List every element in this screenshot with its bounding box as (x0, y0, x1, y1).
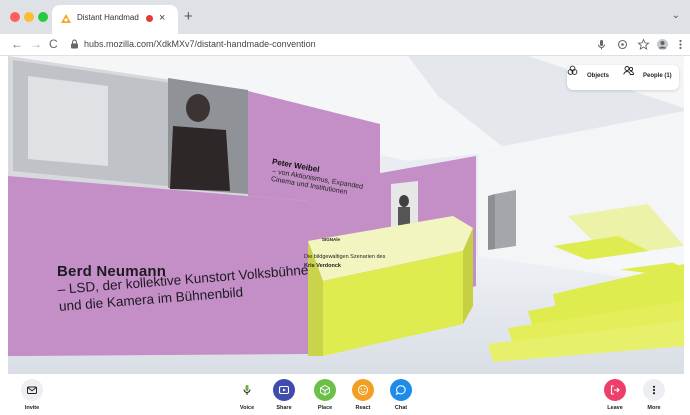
window-minimize-dot[interactable] (24, 12, 34, 22)
leave-circle (604, 379, 626, 401)
more-button[interactable]: More (637, 379, 671, 415)
new-tab-button[interactable]: + (184, 9, 193, 24)
microphone-icon[interactable] (595, 38, 608, 51)
browser-menu-icon[interactable] (674, 38, 687, 51)
scene-panel: Objects People (1) (567, 65, 679, 90)
hubs-3d-scene[interactable]: Berd Neumann – LSD, der kollektive Kunst… (8, 56, 684, 374)
chat-button[interactable]: Chat (384, 379, 418, 415)
browser-tab-bar: Distant Handmade Conve × + ⌄ (0, 0, 690, 34)
envelope-icon (27, 386, 37, 394)
cube-icon (320, 384, 330, 396)
scene-render (8, 56, 684, 374)
invite-button[interactable]: Invite (15, 379, 49, 415)
share-label: Share (276, 405, 292, 411)
place-circle (314, 379, 336, 401)
leave-label: Leave (607, 405, 623, 411)
browser-tab[interactable]: Distant Handmade Conve × (52, 5, 178, 34)
screen-share-icon (278, 385, 290, 395)
bookmark-star-icon[interactable] (637, 38, 650, 51)
chat-circle (390, 379, 412, 401)
voice-label: Voice (239, 405, 255, 411)
place-button[interactable]: Place (308, 379, 342, 415)
tab-close-button[interactable]: × (159, 11, 165, 25)
invite-circle (21, 379, 43, 401)
profile-avatar-icon[interactable] (656, 38, 669, 51)
place-label: Place (317, 405, 333, 411)
objects-label: Objects (587, 73, 610, 79)
cast-icon[interactable] (616, 38, 629, 51)
browser-toolbar: ← → C hubs.mozilla.com/XdkMXv7/distant-h… (0, 34, 690, 56)
react-button[interactable]: React (346, 379, 380, 415)
smiley-icon (358, 385, 368, 395)
url-text: hubs.mozilla.com/XdkMXv7/distant-handmad… (84, 39, 316, 49)
window-close-dot[interactable] (10, 12, 20, 22)
tab-search-chevron-icon[interactable]: ⌄ (672, 10, 680, 21)
react-circle (352, 379, 374, 401)
chat-bubble-icon (395, 385, 406, 396)
share-circle (273, 379, 295, 401)
share-button[interactable]: Share (267, 379, 301, 415)
leave-button[interactable]: Leave (598, 379, 632, 415)
signals-label: SIGNAle (322, 237, 341, 242)
recording-indicator-icon (146, 15, 153, 22)
people-label: People (1) (643, 73, 672, 79)
address-bar[interactable]: hubs.mozilla.com/XdkMXv7/distant-handmad… (66, 36, 608, 53)
people-icon (623, 66, 634, 75)
more-label: More (647, 405, 661, 411)
window-zoom-dot[interactable] (38, 12, 48, 22)
exit-icon (610, 385, 620, 395)
chat-label: Chat (394, 405, 408, 411)
kris-verdonck-name: Kris Verdonck (304, 263, 341, 269)
hubs-bottom-toolbar: Invite Voice Share Place React Chat Leav… (0, 374, 690, 415)
lock-icon (71, 39, 78, 49)
hubs-favicon-icon (61, 14, 71, 23)
tab-title: Distant Handmade Conve (77, 13, 139, 22)
microphone-icon (243, 385, 251, 395)
react-label: React (355, 405, 371, 411)
people-button[interactable]: People (1) (623, 65, 679, 90)
forward-button[interactable]: → (30, 37, 42, 51)
more-circle (643, 379, 665, 401)
invite-label: Invite (24, 405, 40, 411)
more-vertical-icon (652, 385, 656, 395)
voice-button[interactable]: Voice (230, 379, 264, 415)
reload-button[interactable]: C (49, 37, 58, 51)
back-button[interactable]: ← (11, 37, 23, 51)
objects-button[interactable]: Objects (567, 65, 619, 90)
objects-icon (567, 65, 578, 75)
voice-circle (236, 379, 258, 401)
kris-verdonck-description: Die bildgewaltigen Szenarien des (304, 254, 386, 260)
